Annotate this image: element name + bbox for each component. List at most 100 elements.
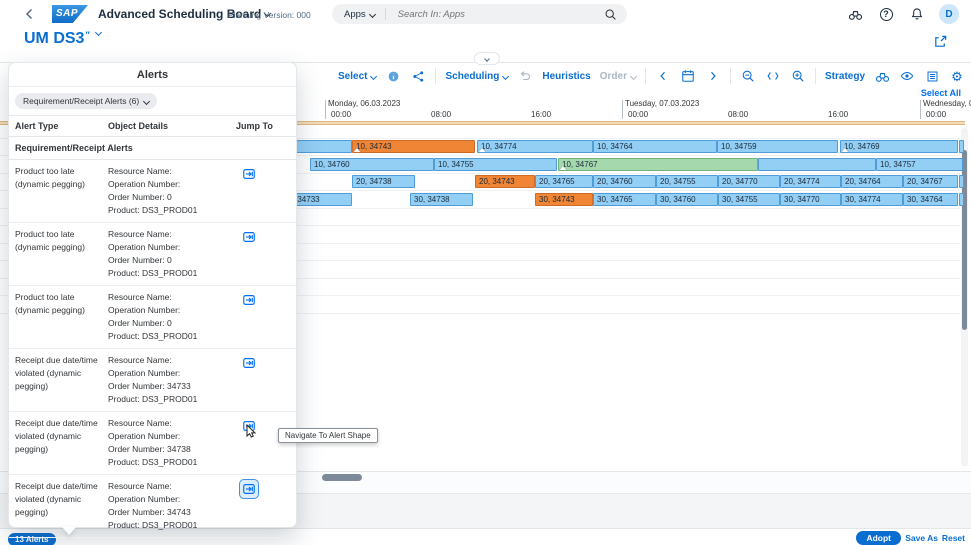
gantt-bar-label: 30, 34765 — [597, 195, 633, 204]
gantt-bar[interactable]: 30, 34770 — [780, 193, 841, 206]
hour-label: 00:00 — [926, 110, 946, 119]
gantt-bar[interactable]: 10, 34757 — [876, 158, 963, 171]
select-menu-button[interactable]: Select — [338, 71, 376, 82]
gantt-bar-label: 10, 34769 — [844, 142, 880, 151]
object-details-cell: Resource Name:Operation Number:Order Num… — [108, 480, 236, 532]
app: SAP Advanced Scheduling Board Planning V… — [0, 0, 971, 545]
chevron-down-icon — [143, 97, 150, 104]
gantt-bar[interactable]: 20, 34755 — [656, 175, 718, 188]
zoom-out-icon[interactable] — [740, 68, 756, 84]
chevron-down-icon — [484, 56, 490, 62]
fit-width-icon[interactable] — [765, 68, 781, 84]
gantt-bar-label: 10, 34743 — [356, 142, 392, 151]
scheduling-menu-button[interactable]: Scheduling — [445, 71, 508, 82]
alert-type-cell: Product too late (dynamic pegging) — [15, 228, 108, 280]
gantt-bar[interactable]: 30, 34760 — [656, 193, 718, 206]
calendar-icon[interactable] — [680, 68, 696, 84]
adopt-button[interactable]: Adopt — [856, 531, 901, 545]
alerts-column-headers: Alert Type Object Details Jump To — [9, 116, 296, 137]
jump-to-icon[interactable] — [240, 480, 258, 498]
gantt-bar[interactable]: 20, 34738 — [352, 175, 415, 188]
gantt-bar[interactable]: 30, 34764 — [903, 193, 958, 206]
gantt-bar[interactable]: 20, 34774 — [780, 175, 841, 188]
gantt-bar-label: 30, 34760 — [660, 195, 696, 204]
jump-to-icon[interactable] — [240, 228, 258, 246]
jump-cell — [236, 417, 296, 469]
gantt-bar-label: 20, 34767 — [907, 177, 943, 186]
gantt-bar-label: 20, 34774 — [784, 177, 820, 186]
collapse-panel-button[interactable] — [474, 52, 500, 65]
gantt-bar[interactable]: 10, 34759 — [717, 140, 838, 153]
settings-gear-icon[interactable]: ⚙ — [949, 68, 965, 84]
gantt-bar-label: 20, 34738 — [356, 177, 392, 186]
alert-type-select-value: Requirement/Receipt Alerts (6) — [23, 96, 139, 106]
reset-button[interactable]: Reset — [942, 533, 965, 543]
select-all-link[interactable]: Select All — [921, 88, 961, 98]
gantt-bar[interactable] — [758, 158, 876, 171]
order-label: Order — [600, 71, 627, 82]
share-icon[interactable] — [410, 68, 426, 84]
gantt-bar[interactable]: 10, 34760 — [310, 158, 434, 171]
gantt-bar-label: 30, 34743 — [539, 195, 575, 204]
gantt-bar[interactable]: 30, 34743 — [535, 193, 593, 206]
zoom-in-icon[interactable] — [790, 68, 806, 84]
gantt-bar[interactable]: 10, 34767 — [558, 158, 758, 171]
day-tick — [622, 100, 623, 119]
gantt-bar[interactable]: 30, 34774 — [841, 193, 903, 206]
alert-type-cell: Receipt due date/time violated (dynamic … — [15, 354, 108, 406]
object-details-cell: Resource Name:Operation Number:Order Num… — [108, 354, 236, 406]
alerts-group-header: Requirement/Receipt Alerts — [9, 137, 296, 160]
strategy-button[interactable]: Strategy — [825, 71, 865, 82]
object-details-cell: Resource Name:Operation Number:Order Num… — [108, 417, 236, 469]
gantt-bar[interactable]: 10, 34743 — [352, 140, 475, 153]
gantt-bar[interactable]: 10, 34755 — [434, 158, 557, 171]
gantt-bar[interactable]: 10, 34764 — [593, 140, 717, 153]
alert-type-select[interactable]: Requirement/Receipt Alerts (6) — [15, 93, 157, 109]
gantt-bar[interactable]: 10, 34774 — [477, 140, 593, 153]
heuristics-button[interactable]: Heuristics — [542, 71, 590, 82]
chevron-down-icon — [502, 72, 509, 79]
jump-to-icon[interactable] — [240, 165, 258, 183]
popover-arrow — [62, 527, 76, 535]
hour-label: 16:00 — [531, 110, 551, 119]
gantt-bar[interactable]: 20, 34767 — [903, 175, 958, 188]
gantt-bar[interactable]: 20, 34770 — [718, 175, 780, 188]
gantt-bar-label: 20, 34765 — [539, 177, 575, 186]
jump-to-icon[interactable] — [240, 291, 258, 309]
alert-row: Receipt due date/time violated (dynamic … — [9, 412, 296, 475]
gantt-bar-label: 10, 34755 — [438, 160, 474, 169]
hour-label: 00:00 — [331, 110, 351, 119]
divider — [730, 68, 731, 84]
jump-to-icon[interactable] — [240, 417, 258, 435]
gantt-bar[interactable]: 20, 34760 — [593, 175, 656, 188]
information-icon[interactable] — [385, 68, 401, 84]
alert-type-cell: Product too late (dynamic pegging) — [15, 165, 108, 217]
jump-to-icon[interactable] — [240, 354, 258, 372]
object-details-cell: Resource Name:Operation Number:Order Num… — [108, 228, 236, 280]
horizontal-scrollbar-thumb[interactable] — [322, 474, 362, 481]
gantt-bar[interactable]: 30, 34738 — [410, 193, 473, 206]
divider — [645, 68, 646, 84]
gantt-bar[interactable]: 10, 34769 — [840, 140, 958, 153]
constraint-marker-icon — [353, 148, 361, 153]
gantt-bar[interactable] — [959, 175, 964, 188]
save-as-button[interactable]: Save As — [905, 533, 938, 543]
gantt-bar[interactable]: 20, 34765 — [535, 175, 593, 188]
day-tick — [920, 100, 921, 119]
gantt-bar[interactable] — [959, 193, 964, 206]
next-icon[interactable] — [705, 68, 721, 84]
previous-icon[interactable] — [655, 68, 671, 84]
gantt-bar-label: 20, 34755 — [660, 177, 696, 186]
gantt-bar[interactable]: 20, 34764 — [841, 175, 903, 188]
jump-cell — [236, 165, 296, 217]
gantt-bar[interactable]: 20, 34743 — [475, 175, 535, 188]
gantt-bar[interactable]: 30, 34765 — [593, 193, 656, 206]
legend-icon[interactable] — [924, 68, 940, 84]
chevron-down-icon — [630, 72, 637, 79]
binoculars-icon[interactable] — [874, 68, 890, 84]
col-object-details: Object Details — [108, 121, 236, 131]
gantt-bar[interactable] — [959, 140, 964, 153]
order-menu-button: Order — [600, 71, 636, 82]
gantt-bar[interactable]: 30, 34755 — [718, 193, 780, 206]
show-eye-icon[interactable] — [899, 68, 915, 84]
